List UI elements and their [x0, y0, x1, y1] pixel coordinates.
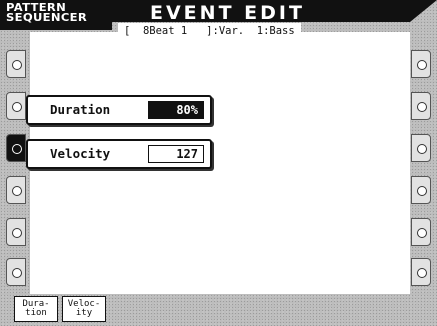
knob-icon [12, 268, 22, 278]
velocity-row[interactable]: Velocity 127 [26, 139, 212, 169]
left-tab-5[interactable] [6, 218, 26, 246]
knob-icon [12, 60, 22, 70]
pattern-info: [ 8Beat 1 ]:Var. 1:Bass [118, 23, 301, 39]
velocity-soft-button[interactable]: Veloc- ity [62, 296, 106, 322]
left-tab-3[interactable] [6, 134, 26, 162]
knob-icon [12, 144, 22, 154]
duration-value[interactable]: 80% [148, 101, 204, 119]
left-tab-2[interactable] [6, 92, 26, 120]
right-tab-5[interactable] [411, 218, 431, 246]
right-tab-3[interactable] [411, 134, 431, 162]
duration-row[interactable]: Duration 80% [26, 95, 212, 125]
knob-icon [12, 186, 22, 196]
lcd-screen: PATTERN SEQUENCER EVENT EDIT [ 8Beat 1 ]… [0, 0, 437, 326]
velocity-button-line2: ity [75, 308, 93, 318]
duration-soft-button[interactable]: Dura- tion [14, 296, 58, 322]
knob-icon [417, 60, 427, 70]
right-tab-2[interactable] [411, 92, 431, 120]
velocity-value[interactable]: 127 [148, 145, 204, 163]
duration-button-line2: tion [25, 308, 47, 318]
right-tab-4[interactable] [411, 176, 431, 204]
right-tab-1[interactable] [411, 50, 431, 78]
velocity-label: Velocity [50, 146, 111, 161]
left-tab-4[interactable] [6, 176, 26, 204]
left-tab-6[interactable] [6, 258, 26, 286]
knob-icon [417, 228, 427, 238]
knob-icon [12, 228, 22, 238]
right-tab-6[interactable] [411, 258, 431, 286]
page-title: EVENT EDIT [150, 2, 305, 24]
knob-icon [417, 102, 427, 112]
knob-icon [417, 268, 427, 278]
knob-icon [12, 102, 22, 112]
knob-icon [417, 144, 427, 154]
app-name: PATTERN SEQUENCER [6, 2, 132, 24]
left-tab-1[interactable] [6, 50, 26, 78]
duration-label: Duration [50, 102, 111, 117]
app-name-line2: SEQUENCER [6, 11, 88, 24]
knob-icon [417, 186, 427, 196]
